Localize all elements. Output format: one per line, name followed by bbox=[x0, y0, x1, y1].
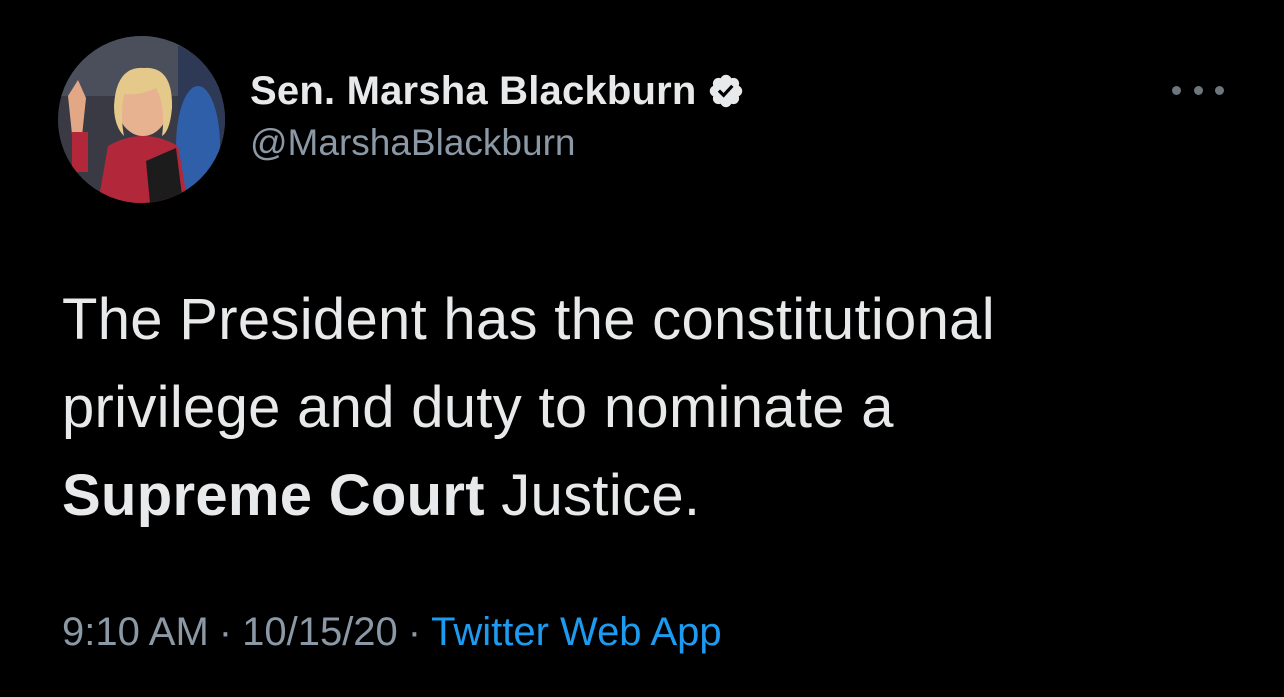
tweet-text-rest: Justice. bbox=[484, 463, 701, 528]
tweet-card: Sen. Marsha Blackburn @MarshaBlackburn T… bbox=[0, 0, 1284, 697]
tweet-header: Sen. Marsha Blackburn @MarshaBlackburn bbox=[58, 36, 1238, 206]
display-name-row: Sen. Marsha Blackburn bbox=[250, 68, 745, 114]
tweet-date[interactable]: 10/15/20 bbox=[242, 610, 398, 654]
author-names: Sen. Marsha Blackburn @MarshaBlackburn bbox=[250, 68, 745, 164]
tweet-text-bold: Supreme Court bbox=[62, 463, 485, 528]
more-dot bbox=[1193, 85, 1203, 95]
more-dot bbox=[1172, 85, 1181, 95]
author-handle[interactable]: @MarshaBlackburn bbox=[250, 122, 745, 164]
display-name[interactable]: Sen. Marsha Blackburn bbox=[250, 69, 697, 114]
verified-badge-icon bbox=[707, 72, 745, 110]
tweet-text-line: Supreme Court Justice. bbox=[62, 452, 1212, 540]
tweet-source-link[interactable]: Twitter Web App bbox=[431, 610, 722, 654]
tweet-text: The President has the constitutional pri… bbox=[62, 276, 1212, 540]
more-dot bbox=[1215, 85, 1224, 95]
meta-separator: · bbox=[407, 610, 422, 654]
more-options-icon[interactable] bbox=[1172, 78, 1224, 102]
meta-separator: · bbox=[218, 610, 233, 654]
tweet-time[interactable]: 9:10 AM bbox=[62, 610, 209, 654]
tweet-text-line: privilege and duty to nominate a bbox=[62, 375, 894, 440]
avatar[interactable] bbox=[58, 36, 225, 203]
tweet-text-line: The President has the constitutional bbox=[62, 287, 995, 352]
avatar-photo bbox=[58, 36, 225, 203]
tweet-meta: 9:10 AM · 10/15/20 · Twitter Web App bbox=[62, 610, 722, 655]
